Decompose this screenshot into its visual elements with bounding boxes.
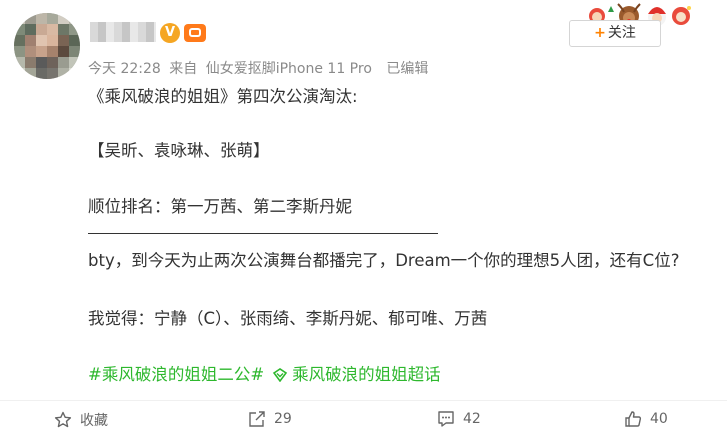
repost-icon (249, 411, 265, 427)
divider-line (88, 233, 438, 234)
follow-button[interactable]: + 关注 (569, 20, 661, 47)
like-count: 40 (650, 411, 668, 427)
action-bar: 收藏 29 42 40 (0, 400, 727, 438)
vip-badge-icon: V (160, 23, 180, 43)
comment-button[interactable]: 42 (437, 410, 481, 428)
post-tags: #乘风破浪的姐姐二公# 乘风破浪的姐姐超话 (88, 361, 441, 385)
post-line-4: bty，到今天为止两次公演舞台都播完了，Dream一个你的理想5人团，还有C位? (88, 251, 680, 270)
post-line-5: 我觉得：宁静（C）、张雨绮、李斯丹妮、郁可唯、万茜 (88, 309, 488, 328)
username-blurred[interactable] (90, 22, 156, 42)
post-line-1: 《乘风破浪的姐姐》第四次公演淘汰: (88, 87, 358, 106)
favorite-label: 收藏 (80, 413, 108, 429)
repost-button[interactable]: 29 (248, 410, 292, 428)
supertopic-link[interactable]: 乘风破浪的姐姐超话 (292, 365, 441, 384)
edited-label[interactable]: 已编辑 (386, 61, 428, 77)
like-button[interactable]: 40 (624, 410, 668, 428)
star-icon (54, 411, 72, 428)
plus-icon: + (594, 25, 606, 41)
repost-count: 29 (274, 411, 292, 427)
comment-icon (438, 411, 454, 427)
favorite-button[interactable]: 收藏 (54, 410, 108, 430)
post-meta: 今天 22:28 来自 仙女爱抠脚iPhone 11 Pro 已编辑 (88, 58, 432, 78)
post-line-3: 顺位排名：第一万茜、第二李斯丹妮 (88, 197, 352, 216)
hashtag-link[interactable]: #乘风破浪的姐姐二公# (88, 365, 264, 384)
supertopic-icon (273, 368, 288, 382)
source-prefix: 来自 (169, 61, 198, 77)
thumbs-up-icon (625, 411, 642, 427)
follow-label: 关注 (607, 25, 636, 41)
avatar[interactable] (14, 13, 80, 79)
post-line-2: 【吴昕、袁咏琳、张萌】 (88, 141, 270, 160)
post-time[interactable]: 今天 22:28 (88, 61, 161, 77)
post-source[interactable]: 仙女爱抠脚iPhone 11 Pro (206, 61, 372, 77)
comment-count: 42 (463, 411, 481, 427)
member-level-icon[interactable] (184, 24, 206, 42)
